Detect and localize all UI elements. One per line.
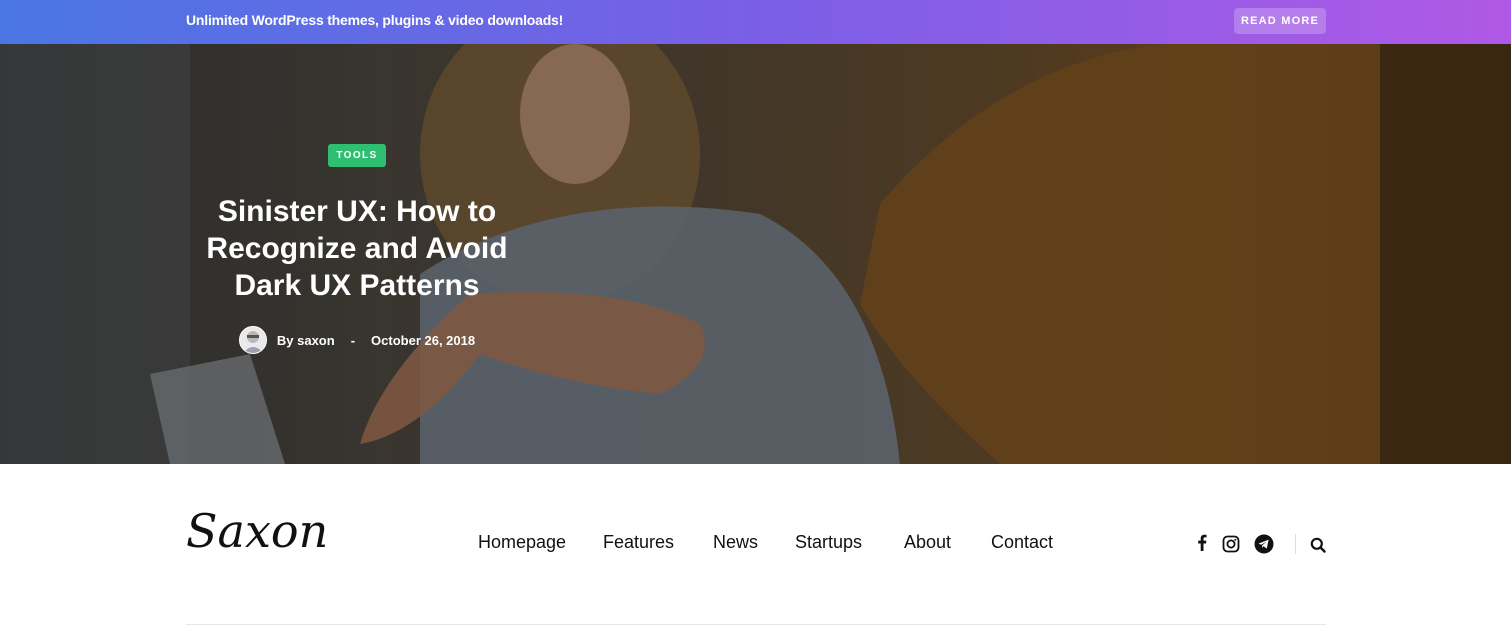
- promo-bar: Unlimited WordPress themes, plugins & vi…: [0, 0, 1511, 44]
- instagram-icon[interactable]: [1222, 535, 1240, 553]
- author-avatar[interactable]: [238, 326, 267, 354]
- nav-homepage[interactable]: Homepage: [478, 532, 566, 553]
- header-divider: [1295, 534, 1296, 554]
- nav-about[interactable]: About: [904, 532, 951, 553]
- post-meta: By saxon - October 26, 2018: [186, 326, 528, 354]
- content-top-border: [186, 624, 1326, 625]
- meta-separator: -: [350, 332, 356, 348]
- category-tag[interactable]: TOOLS: [328, 144, 386, 167]
- post-author[interactable]: By saxon: [277, 333, 335, 348]
- nav-features[interactable]: Features: [603, 532, 674, 553]
- hero-content: TOOLS Sinister UX: How to Recognize and …: [186, 144, 528, 354]
- hero-featured-post[interactable]: TOOLS Sinister UX: How to Recognize and …: [0, 44, 1511, 464]
- site-logo[interactable]: Saxon: [186, 504, 328, 558]
- search-icon[interactable]: [1310, 537, 1326, 553]
- site-header: Saxon Homepage Features News Startups Ab…: [0, 464, 1511, 628]
- nav-news[interactable]: News: [713, 532, 758, 553]
- facebook-icon[interactable]: [1194, 534, 1210, 552]
- nav-contact[interactable]: Contact: [991, 532, 1053, 553]
- telegram-icon[interactable]: [1254, 534, 1274, 554]
- post-title[interactable]: Sinister UX: How to Recognize and Avoid …: [186, 193, 528, 304]
- post-date: October 26, 2018: [371, 332, 476, 348]
- nav-startups[interactable]: Startups: [795, 532, 862, 553]
- read-more-button[interactable]: READ MORE: [1234, 8, 1326, 34]
- promo-text: Unlimited WordPress themes, plugins & vi…: [186, 12, 564, 28]
